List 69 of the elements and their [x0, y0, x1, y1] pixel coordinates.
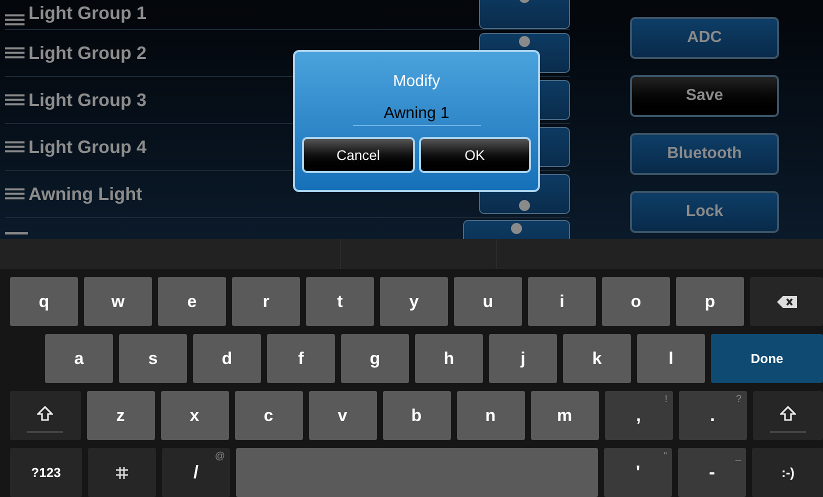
list-item-label: Light Group 2 [28, 42, 146, 65]
list-item-label: Light Group 3 [28, 88, 146, 112]
key[interactable]: w [84, 277, 152, 326]
name-input-field[interactable]: Awning 1 [352, 102, 480, 126]
key[interactable]: t [306, 277, 374, 326]
drag-handle-icon[interactable] [5, 232, 28, 235]
toggle-switch[interactable] [478, 0, 570, 29]
toggle-knob[interactable] [518, 200, 530, 211]
key[interactable]: l [637, 334, 705, 383]
key[interactable]: s [119, 334, 187, 383]
key[interactable]: j [489, 334, 557, 383]
key[interactable]: x [160, 391, 228, 440]
key[interactable]: o [602, 277, 670, 326]
key[interactable]: h [415, 334, 483, 383]
key[interactable]: i [528, 277, 596, 326]
dialog-button[interactable]: Cancel [302, 137, 414, 173]
key[interactable]: u [454, 277, 522, 326]
key[interactable]: ' " [604, 448, 672, 497]
key[interactable]: z [86, 391, 154, 440]
key[interactable]: k [563, 334, 631, 383]
key[interactable]: q [10, 277, 78, 326]
dialog-title: Modify [392, 72, 440, 92]
key[interactable]: - _ [678, 448, 746, 497]
key[interactable]: n [456, 391, 524, 440]
key-hint: " [663, 450, 667, 464]
key[interactable]: p [676, 277, 744, 326]
key-hint: _ [735, 450, 741, 464]
shift-icon [780, 406, 796, 421]
key[interactable]: v [308, 391, 376, 440]
key[interactable]: ?123 [10, 448, 82, 497]
side-button[interactable]: Lock [630, 191, 779, 233]
key-hint: ? [736, 393, 742, 407]
key[interactable]: , ! [604, 391, 672, 440]
list-item-label: Light Group 4 [28, 136, 146, 159]
drag-handle-icon[interactable] [5, 46, 25, 60]
key[interactable]: e [158, 277, 226, 326]
key[interactable]: :-) [752, 448, 823, 497]
key[interactable]: d [193, 334, 261, 383]
shift-key[interactable] [752, 391, 823, 440]
dialog-button[interactable]: OK [418, 137, 531, 173]
backspace-icon [776, 296, 796, 308]
key[interactable]: g [341, 334, 409, 383]
toggle-knob[interactable] [518, 36, 530, 47]
key-hint: @ [214, 450, 225, 464]
key[interactable]: f [267, 334, 335, 383]
drag-handle-icon[interactable] [5, 140, 25, 154]
side-button[interactable]: Save [630, 75, 779, 117]
key-hint: ! [664, 393, 668, 407]
drag-handle-icon[interactable] [5, 13, 25, 27]
list-item-label: Light Group 1 [28, 2, 146, 25]
key[interactable]: y [380, 277, 448, 326]
side-button[interactable]: Bluetooth [630, 133, 779, 175]
toggle-knob[interactable] [510, 223, 522, 234]
backspace-key[interactable] [750, 277, 823, 326]
key[interactable]: c [234, 391, 302, 440]
shift-key[interactable] [10, 391, 80, 440]
list-item-label: Awning Light [28, 182, 142, 206]
shift-icon [37, 406, 54, 421]
drag-handle-icon[interactable] [5, 93, 25, 107]
key[interactable]: b [382, 391, 450, 440]
key[interactable]: m [530, 391, 598, 440]
done-key[interactable]: Done [711, 334, 823, 383]
key[interactable]: a [45, 334, 113, 383]
drag-handle-icon[interactable] [5, 187, 25, 201]
key[interactable]: . ? [678, 391, 746, 440]
side-button[interactable]: ADC [630, 17, 779, 59]
settings-key[interactable] [88, 448, 156, 497]
key[interactable]: r [232, 277, 300, 326]
key[interactable]: / @ [162, 448, 230, 497]
